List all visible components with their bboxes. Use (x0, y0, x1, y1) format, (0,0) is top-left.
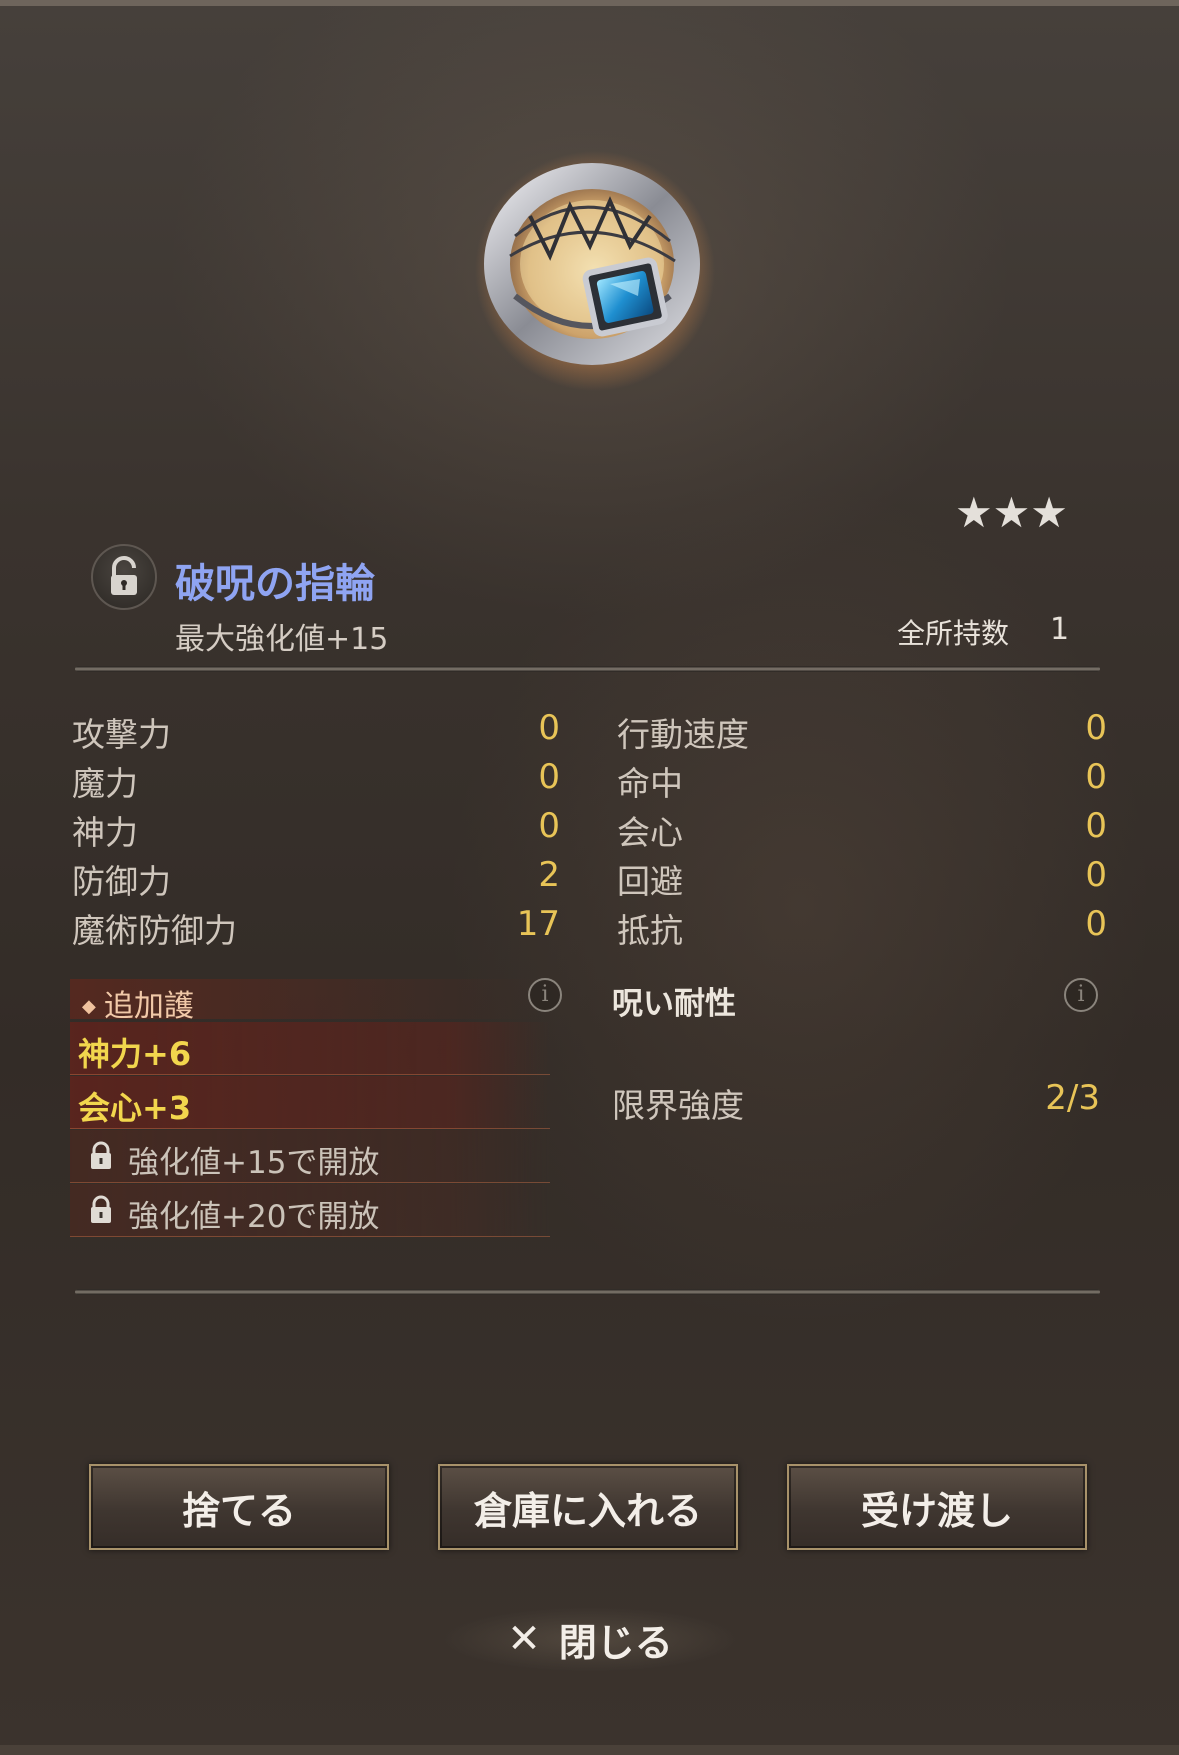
stat-label-divine: 神力 (72, 813, 138, 852)
bonus-row: 会心+3 (70, 1076, 550, 1129)
curse-resistance-info-icon[interactable]: i (1064, 978, 1098, 1012)
stat-label-accuracy: 命中 (617, 764, 683, 803)
locked-bonus-text: 強化値+20で開放 (128, 1199, 380, 1235)
bonus-row: 神力+6 (70, 1022, 550, 1075)
favorite-lock-button[interactable] (91, 544, 157, 610)
ring-item-image (475, 151, 715, 391)
stat-value-magic-defense: 17 (516, 904, 560, 944)
owned-count-label: 全所持数 (897, 617, 1010, 650)
stat-label-speed: 行動速度 (617, 715, 749, 754)
stat-value-defense: 2 (538, 855, 560, 895)
stat-value-critical: 0 (1085, 806, 1107, 846)
stat-value-speed: 0 (1085, 708, 1107, 748)
bonus-text: 会心+3 (78, 1089, 192, 1127)
close-label: 閉じる (558, 1620, 673, 1665)
owned-count-value: 1 (1050, 612, 1070, 647)
lock-icon (91, 1141, 111, 1169)
stat-label-magic: 魔力 (72, 764, 138, 803)
bonus-text: 神力+6 (78, 1035, 192, 1073)
extra-protection-label: 追加護 (103, 989, 194, 1024)
stat-label-resistance: 抵抗 (617, 911, 683, 950)
stat-label-evasion: 回避 (617, 862, 683, 901)
stat-label-defense: 防御力 (72, 862, 171, 901)
discard-button[interactable]: 捨てる (89, 1464, 389, 1550)
stat-value-magic: 0 (538, 757, 560, 797)
locked-bonus-text: 強化値+15で開放 (128, 1145, 380, 1181)
transfer-button[interactable]: 受け渡し (787, 1464, 1087, 1550)
item-detail-panel: ★★★ 破呪の指輪 最大強化値+15 全所持数 1 攻撃力 0 魔力 0 神力 … (0, 0, 1179, 1755)
stat-value-divine: 0 (538, 806, 560, 846)
locked-bonus-row: 強化値+15で開放 (70, 1130, 550, 1183)
limit-strength-value: 2/3 (1045, 1078, 1100, 1118)
extra-protection-info-icon[interactable]: i (528, 978, 562, 1012)
close-button[interactable]: ✕ 閉じる (440, 1606, 740, 1672)
item-name: 破呪の指輪 (175, 561, 375, 607)
diamond-bullet-icon: ◆ (82, 996, 96, 1017)
stat-value-resistance: 0 (1085, 904, 1107, 944)
close-icon: ✕ (507, 1616, 541, 1662)
stat-value-accuracy: 0 (1085, 757, 1107, 797)
stat-label-attack: 攻撃力 (72, 715, 171, 754)
divider-top (75, 666, 1100, 672)
locked-bonus-row: 強化値+20で開放 (70, 1184, 550, 1237)
unlock-icon (111, 556, 137, 595)
stat-label-magic-defense: 魔術防御力 (72, 911, 237, 950)
max-enhancement: 最大強化値+15 (175, 622, 389, 657)
rarity-stars: ★★★ (955, 488, 1068, 537)
stat-value-evasion: 0 (1085, 855, 1107, 895)
lock-icon (91, 1195, 111, 1223)
store-in-warehouse-button[interactable]: 倉庫に入れる (438, 1464, 738, 1550)
curse-resistance-title: 呪い耐性 (612, 986, 736, 1022)
limit-strength-label: 限界強度 (612, 1086, 744, 1125)
stat-label-critical: 会心 (617, 813, 683, 852)
stat-value-attack: 0 (538, 708, 560, 748)
extra-protection-title: ◆ 追加護 (82, 981, 194, 1025)
divider-bottom (75, 1289, 1100, 1295)
